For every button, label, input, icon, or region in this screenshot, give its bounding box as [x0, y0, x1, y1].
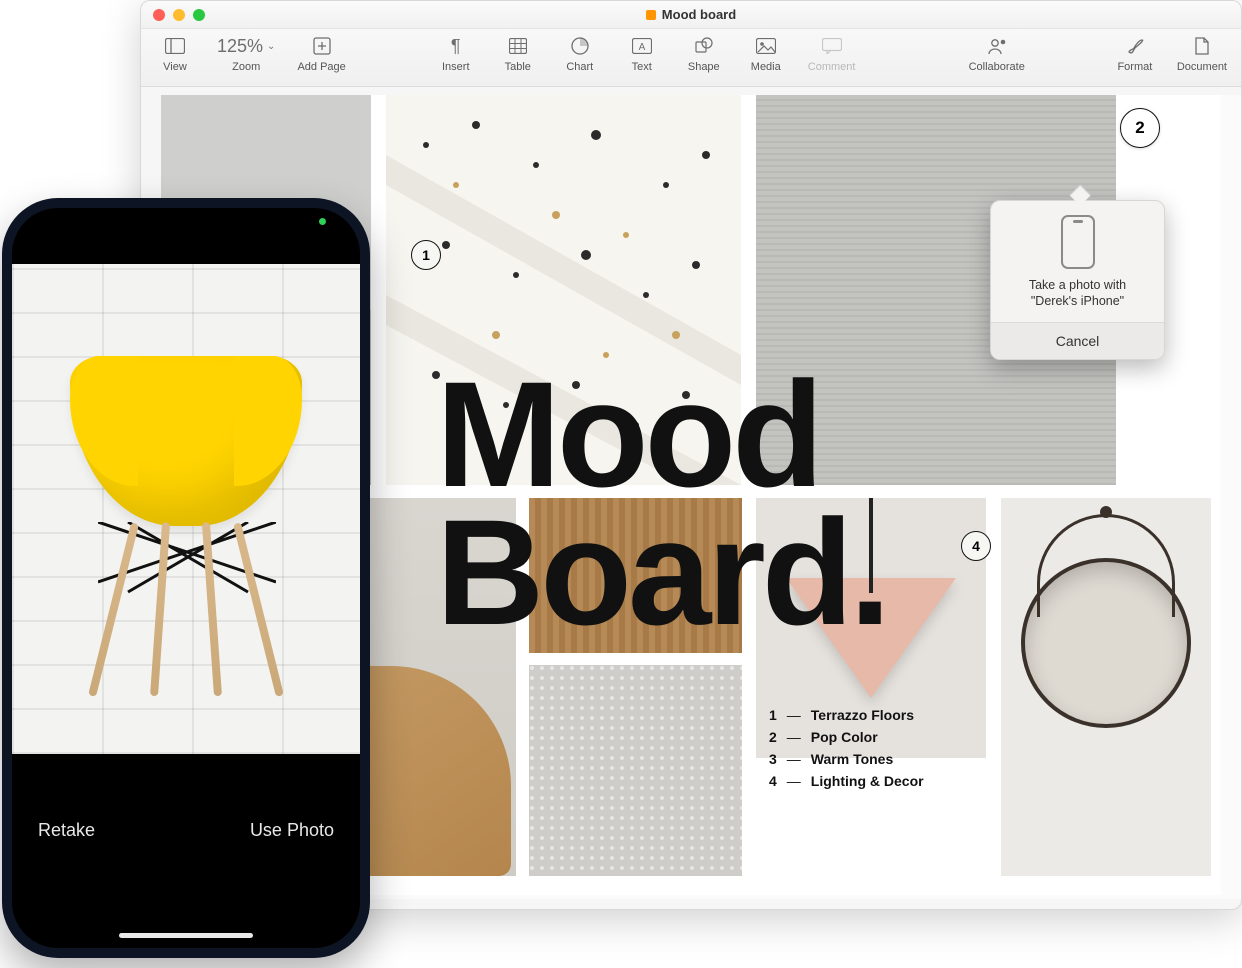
- zoom-control[interactable]: 125% ⌄ Zoom: [217, 35, 275, 73]
- collaborate-icon: [987, 35, 1007, 57]
- marker-4[interactable]: 4: [961, 531, 991, 561]
- camera-indicator-icon: [319, 218, 326, 225]
- title-line-1: Mood: [436, 365, 887, 503]
- mirror-shape: [1021, 558, 1191, 728]
- media-button[interactable]: Media: [746, 35, 786, 73]
- insert-button[interactable]: ¶ Insert: [436, 35, 476, 73]
- notch: [111, 208, 261, 238]
- popover-message: Take a photo with "Derek's iPhone": [1003, 277, 1152, 322]
- window-title-text: Mood board: [662, 7, 736, 22]
- plus-page-icon: [313, 35, 331, 57]
- media-icon: [756, 35, 776, 57]
- document-icon: [1194, 35, 1210, 57]
- format-button[interactable]: Format: [1115, 35, 1155, 73]
- legend-row: 4—Lighting & Decor: [769, 773, 924, 789]
- comment-button[interactable]: Comment: [808, 35, 856, 73]
- document-icon: [646, 10, 656, 20]
- page-title[interactable]: Mood Board.: [436, 365, 887, 641]
- title-line-2: Board.: [436, 503, 887, 641]
- collaborate-button[interactable]: Collaborate: [969, 35, 1025, 73]
- image-round-mirror[interactable]: [1001, 498, 1211, 876]
- legend-list: 1—Terrazzo Floors 2—Pop Color 3—Warm Ton…: [769, 707, 924, 795]
- retake-button[interactable]: Retake: [38, 820, 95, 841]
- table-icon: [509, 35, 527, 57]
- continuity-camera-popover: Take a photo with "Derek's iPhone" Cance…: [990, 200, 1165, 360]
- zoom-value: 125% ⌄: [217, 35, 275, 57]
- marker-1[interactable]: 1: [411, 240, 441, 270]
- shape-button[interactable]: Shape: [684, 35, 724, 73]
- sidebar-icon: [165, 35, 185, 57]
- text-button[interactable]: A Text: [622, 35, 662, 73]
- use-photo-button[interactable]: Use Photo: [250, 820, 334, 841]
- textbox-icon: A: [632, 35, 652, 57]
- home-indicator[interactable]: [119, 933, 253, 938]
- camera-viewfinder[interactable]: [12, 264, 360, 754]
- zoom-label: Zoom: [232, 61, 260, 73]
- iphone-screen: Retake Use Photo: [12, 208, 360, 948]
- iphone-device: Retake Use Photo: [2, 198, 370, 958]
- legend-row: 2—Pop Color: [769, 729, 924, 745]
- document-button[interactable]: Document: [1177, 35, 1227, 73]
- shape-icon: [695, 35, 713, 57]
- cancel-button[interactable]: Cancel: [991, 322, 1164, 359]
- toolbar: View 125% ⌄ Zoom Add Page ¶ Insert: [141, 29, 1241, 87]
- view-button[interactable]: View: [155, 35, 195, 73]
- table-button[interactable]: Table: [498, 35, 538, 73]
- callout-step-2: 2: [1120, 108, 1160, 148]
- legend-row: 1—Terrazzo Floors: [769, 707, 924, 723]
- legend-row: 3—Warm Tones: [769, 751, 924, 767]
- brush-icon: [1126, 35, 1144, 57]
- add-page-label: Add Page: [297, 61, 345, 73]
- comment-icon: [822, 35, 842, 57]
- camera-action-bar: Retake Use Photo: [12, 748, 360, 948]
- add-page-button[interactable]: Add Page: [297, 35, 345, 73]
- pilcrow-icon: ¶: [451, 35, 461, 57]
- view-label: View: [163, 61, 187, 73]
- chevron-down-icon: ⌄: [267, 41, 275, 52]
- window-title: Mood board: [141, 7, 1241, 22]
- chart-icon: [571, 35, 589, 57]
- iphone-outline-icon: [1061, 215, 1095, 269]
- titlebar: Mood board: [141, 1, 1241, 29]
- svg-text:A: A: [638, 42, 645, 53]
- yellow-chair: [56, 326, 316, 706]
- chart-button[interactable]: Chart: [560, 35, 600, 73]
- image-wool-rug[interactable]: [529, 665, 742, 876]
